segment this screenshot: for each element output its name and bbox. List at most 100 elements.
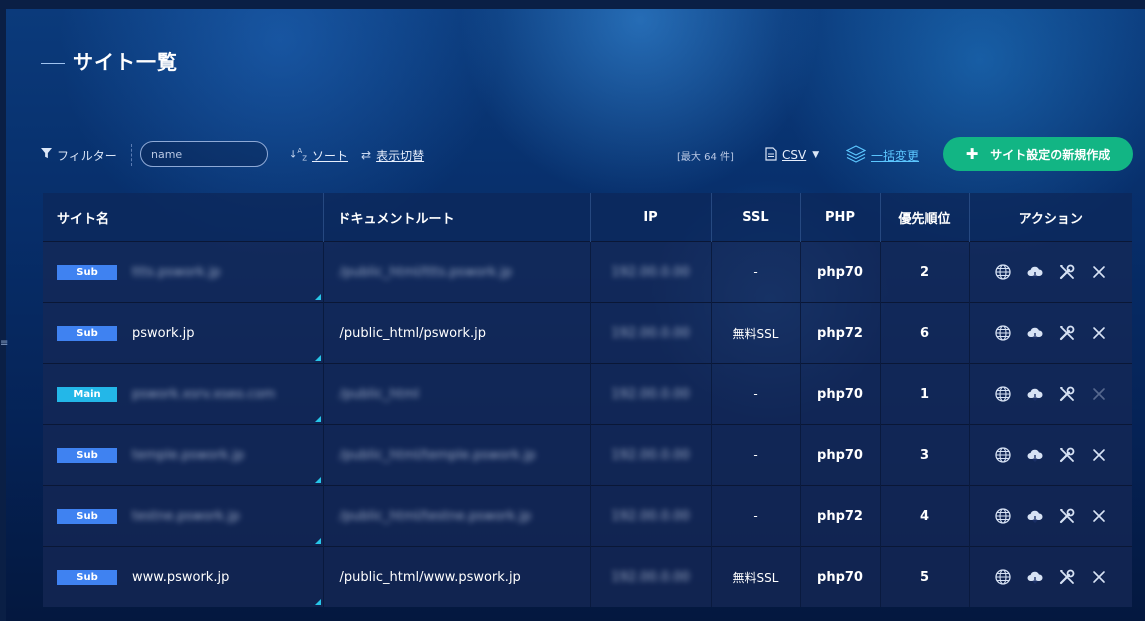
cell-actions	[969, 363, 1132, 425]
cell-document-root: /public_html/ttts.pswork.jp	[323, 241, 591, 303]
cell-actions	[969, 424, 1132, 486]
document-root: /public_html/pswork.jp	[339, 325, 486, 341]
bulk-change-link[interactable]: 一括変更	[845, 140, 919, 170]
site-name[interactable]: pswork.xsrv.xseo.com	[132, 387, 275, 402]
priority-value: 4	[919, 508, 930, 524]
table-header-row: サイト名 ドキュメントルート IP SSL PHP 優先順位 アクション	[43, 193, 1132, 242]
php-version: php70	[817, 386, 863, 402]
cell-corner-marker	[314, 599, 321, 605]
document-icon	[765, 146, 777, 164]
tools-icon[interactable]	[1058, 446, 1076, 464]
cell-priority: 6	[880, 302, 970, 364]
close-icon[interactable]	[1090, 324, 1108, 342]
window-frame-top	[0, 0, 1145, 9]
window-frame-left	[0, 0, 6, 621]
sort-link[interactable]: ↓AZ ソート	[289, 140, 348, 170]
cell-php: php72	[800, 485, 881, 547]
priority-value: 2	[919, 264, 930, 280]
globe-icon[interactable]	[994, 507, 1012, 525]
globe-icon[interactable]	[994, 263, 1012, 281]
search-input[interactable]	[140, 141, 268, 167]
cloud-download-icon[interactable]	[1026, 385, 1044, 403]
ssl-status: -	[753, 265, 758, 279]
header-php[interactable]: PHP	[800, 193, 881, 242]
csv-link-text[interactable]: CSV	[782, 148, 806, 162]
filter-label-text: フィルター	[57, 148, 117, 163]
display-toggle-text[interactable]: 表示切替	[376, 147, 424, 164]
tools-icon[interactable]	[1058, 324, 1076, 342]
filter-label: フィルター	[41, 140, 117, 170]
table-row: Sub ttts.pswork.jp/public_html/ttts.pswor…	[43, 241, 1132, 303]
table-row: Sub www.pswork.jp/public_html/www.pswork.…	[43, 546, 1132, 607]
cloud-download-icon[interactable]	[1026, 568, 1044, 586]
ssl-status: -	[753, 448, 758, 462]
csv-dropdown[interactable]: CSV ▼	[765, 140, 819, 170]
site-name[interactable]: ttts.pswork.jp	[132, 265, 221, 280]
tools-icon[interactable]	[1058, 507, 1076, 525]
ssl-status: -	[753, 387, 758, 401]
header-priority[interactable]: 優先順位	[880, 193, 970, 242]
cloud-download-icon[interactable]	[1026, 446, 1044, 464]
close-icon[interactable]	[1090, 263, 1108, 281]
display-toggle-link[interactable]: ⇄ 表示切替	[361, 140, 424, 170]
header-site-name[interactable]: サイト名	[43, 193, 324, 242]
ip-address: 192.00.0.00	[611, 264, 690, 280]
cell-ssl: -	[711, 424, 801, 486]
cell-actions	[969, 302, 1132, 364]
globe-icon[interactable]	[994, 568, 1012, 586]
cell-ssl: -	[711, 241, 801, 303]
table-row: Sub pswork.jp/public_html/pswork.jp 192.00…	[43, 302, 1132, 364]
tools-icon[interactable]	[1058, 263, 1076, 281]
php-version: php72	[817, 325, 863, 341]
layers-icon	[845, 144, 867, 166]
document-root: /public_html/www.pswork.jp	[339, 569, 521, 585]
ip-address: 192.00.0.00	[611, 569, 690, 585]
cell-ip: 192.00.0.00	[590, 485, 712, 547]
sort-link-text[interactable]: ソート	[312, 147, 348, 164]
table-row: Main pswork.xsrv.xseo.com/public_html 192.…	[43, 363, 1132, 425]
cell-actions	[969, 546, 1132, 607]
cell-ssl: 無料SSL	[711, 546, 801, 607]
cell-site-name: Sub ttts.pswork.jp	[43, 241, 324, 303]
cell-php: php72	[800, 302, 881, 364]
side-menu-handle-icon[interactable]: ≡	[0, 338, 8, 349]
cell-corner-marker	[314, 477, 321, 483]
globe-icon[interactable]	[994, 385, 1012, 403]
cell-priority: 2	[880, 241, 970, 303]
globe-icon[interactable]	[994, 446, 1012, 464]
close-icon[interactable]	[1090, 446, 1108, 464]
tools-icon[interactable]	[1058, 385, 1076, 403]
close-icon[interactable]	[1090, 507, 1108, 525]
table-row: Sub testne.pswork.jp/public_html/testne.p…	[43, 485, 1132, 547]
cell-corner-marker	[314, 294, 321, 300]
cloud-download-icon[interactable]	[1026, 507, 1044, 525]
php-version: php72	[817, 508, 863, 524]
cloud-download-icon[interactable]	[1026, 324, 1044, 342]
bulk-change-text[interactable]: 一括変更	[871, 147, 919, 164]
site-type-badge: Sub	[57, 447, 117, 463]
header-document-root[interactable]: ドキュメントルート	[323, 193, 591, 242]
site-type-badge: Main	[57, 386, 117, 402]
swap-icon: ⇄	[361, 148, 372, 162]
create-site-label: サイト設定の新規作成	[990, 147, 1111, 162]
cell-ip: 192.00.0.00	[590, 424, 712, 486]
site-name[interactable]: www.pswork.jp	[132, 570, 229, 585]
globe-icon[interactable]	[994, 324, 1012, 342]
site-name[interactable]: pswork.jp	[132, 326, 194, 341]
cell-site-name: Sub www.pswork.jp	[43, 546, 324, 607]
create-site-button[interactable]: ✚ サイト設定の新規作成	[943, 137, 1133, 171]
header-ip[interactable]: IP	[590, 193, 712, 242]
php-version: php70	[817, 264, 863, 280]
cell-ssl: 無料SSL	[711, 302, 801, 364]
tools-icon[interactable]	[1058, 568, 1076, 586]
ip-address: 192.00.0.00	[611, 447, 690, 463]
header-ssl[interactable]: SSL	[711, 193, 801, 242]
filter-separator	[131, 144, 133, 166]
site-name[interactable]: testne.pswork.jp	[132, 509, 240, 524]
close-icon[interactable]	[1090, 568, 1108, 586]
site-name[interactable]: temple.pswork.jp	[132, 448, 244, 463]
cloud-download-icon[interactable]	[1026, 263, 1044, 281]
cell-corner-marker	[314, 355, 321, 361]
cell-priority: 3	[880, 424, 970, 486]
document-root: /public_html/temple.pswork.jp	[339, 447, 536, 463]
